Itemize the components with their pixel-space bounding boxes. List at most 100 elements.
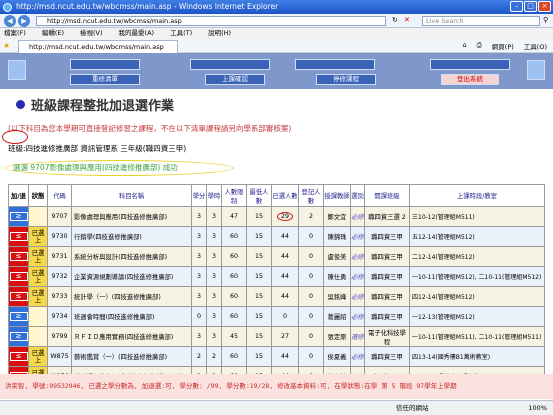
cell-min: 15 [246,346,272,367]
nav-class-confirm[interactable]: 上課確認 [205,74,265,85]
column-header: 加/退 [8,184,29,207]
table-row: ≥9707 影像處理與應用(四技進修推廣部) 3 3 47 15 29 2 鄭文宜 必修 職四資三選… [8,206,545,227]
drop-button[interactable]: ≤ [9,232,28,241]
page-menu[interactable]: 網頁(P) [492,41,514,51]
search-icon[interactable]: ⚲ [543,16,548,24]
nav-item-1[interactable] [70,59,140,70]
window-controls: – □ × [510,1,551,12]
refresh-icon[interactable]: ↻ [392,16,398,24]
table-row: ≤ 已選上 9732 企業資源規劃導論(四技進修推廣部) 3 3 60 15 44 0 陳仕勇 必修職… [8,266,545,287]
cell-name[interactable]: ＲＦＩＤ應用實務(四技進修推廣部) [71,326,192,347]
cell-code: 9732 [47,266,72,287]
cell-name[interactable]: 影像處理與應用(四技進修推廣部) [71,206,192,227]
nav-withdraw-course[interactable]: 停修課程 [316,74,376,85]
cell-enrolled: 44 [271,286,299,307]
cell-teacher: 盧俊美 [323,246,351,267]
cell-credit: 0 [191,306,207,327]
cell-cls: 職四資三甲 [364,246,410,267]
nav-retake-list[interactable]: 重修清單 [70,74,140,85]
cell-name[interactable]: 班週會時間(四技進修推廣部) [71,306,192,327]
nav-item-4[interactable] [430,59,510,70]
column-header: 上課時段/教室 [409,184,545,207]
cell-cls: 職四資三選 2 [364,206,410,227]
cell-code: 9731 [47,246,72,267]
course-type: 必修 [351,274,364,281]
drop-button[interactable]: ≤ [9,352,28,361]
status-cell [28,306,48,327]
zoom-level[interactable]: 100% [528,401,547,415]
cell-credit: 3 [191,326,207,347]
cell-min: 15 [246,266,272,287]
nav-side-button-right[interactable] [527,60,545,80]
cell-cls: 職四資三甲 [364,346,410,367]
column-header: 代碼 [47,184,72,207]
menu-file[interactable]: 檔案(F) [4,28,26,39]
nav-item-2[interactable] [190,59,270,70]
add-button[interactable]: ≥ [9,212,28,221]
cell-cls: 職四資三甲 [364,266,410,287]
tools-menu[interactable]: 工具(O) [524,41,547,51]
cell-type: 必修 [350,306,365,327]
nav-item-3[interactable] [295,59,375,70]
column-header: 選別 [350,184,365,207]
back-icon[interactable]: ◀ [4,15,16,27]
cell-min: 15 [246,246,272,267]
column-header: 狀態 [28,184,48,207]
column-header: 授課教師 [323,184,351,207]
forward-icon[interactable]: ▶ [18,15,30,27]
status-cell: 已選上 [28,286,48,307]
add-button[interactable]: ≥ [9,332,28,341]
page-content: 重修清單 上課確認 停修課程 登出系統 班級課程整批加退選作業 (以下科目為您本… [0,53,553,387]
top-navigation: 重修清單 上課確認 停修課程 登出系統 [0,53,553,89]
cell-limit: 60 [221,266,247,287]
cell-credit: 3 [191,286,207,307]
stop-icon[interactable]: ✕ [404,16,410,24]
close-button[interactable]: × [538,1,551,12]
cell-name[interactable]: 系統分析與設計(四技進修推廣部) [71,246,192,267]
cell-credit: 3 [191,266,207,287]
drop-cell: ≤ [8,246,29,267]
status-cell [28,326,48,347]
menu-favorites[interactable]: 我的最愛(A) [119,28,155,39]
search-input[interactable]: Live Search [422,16,540,26]
menu-view[interactable]: 檢視(V) [80,28,103,39]
home-icon[interactable]: ⌂ [462,41,466,51]
cell-enrolled: 44 [271,246,299,267]
nav-side-button-left[interactable] [8,60,26,80]
maximize-button[interactable]: □ [524,1,537,12]
cell-name[interactable]: 企業資源規劃導論(四技進修推廣部) [71,266,192,287]
address-input[interactable]: http://msd.ncut.edu.tw/wbcmss/main.asp [36,16,386,26]
drop-button[interactable]: ≤ [9,292,28,301]
print-icon[interactable]: ⎙ [477,41,482,51]
cell-code: 9733 [47,286,72,307]
drop-button[interactable]: ≤ [9,252,28,261]
column-header: 開課班級 [364,184,410,207]
tab-current[interactable]: http://msd.ncut.edu.tw/wbcmss/main.asp [18,40,178,53]
nav-logout[interactable]: 登出系統 [441,74,499,85]
cell-hours: 3 [206,226,222,247]
course-type: 必修 [351,214,364,221]
cell-teacher: 吳銘峰 [323,286,351,307]
command-bar: ⌂ ⎙ 網頁(P) 工具(O) [462,41,547,51]
cell-time: 四12-14(管理組M512) [409,286,545,307]
cell-name[interactable]: 行銷學(四技進修推廣部) [71,226,192,247]
menu-tools[interactable]: 工具(T) [170,28,192,39]
add-button[interactable]: ≥ [9,312,28,321]
menu-edit[interactable]: 編輯(E) [42,28,64,39]
column-header: 已選人數 [271,184,299,207]
cell-registered: 0 [298,326,324,347]
cell-enrolled: 0 [271,306,299,327]
cell-hours: 2 [206,346,222,367]
cell-registered: 0 [298,286,324,307]
drop-button[interactable]: ≤ [9,272,28,281]
cell-name[interactable]: 統計學（一）(四技進修推廣部) [71,286,192,307]
window-title: http://msd.ncut.edu.tw/wbcmss/main.asp -… [16,2,279,11]
cell-credit: 3 [191,226,207,247]
menu-help[interactable]: 說明(H) [208,28,231,39]
column-header: 登記人數 [298,184,324,207]
cell-name[interactable]: 藝術鑑賞（一）(四技進修推廣部) [71,346,192,367]
minimize-button[interactable]: – [510,1,523,12]
cell-code: 9707 [47,206,72,227]
cell-time: 一12-13(管理組M512) [409,306,545,327]
favorites-star-icon[interactable]: ★ [3,41,10,50]
